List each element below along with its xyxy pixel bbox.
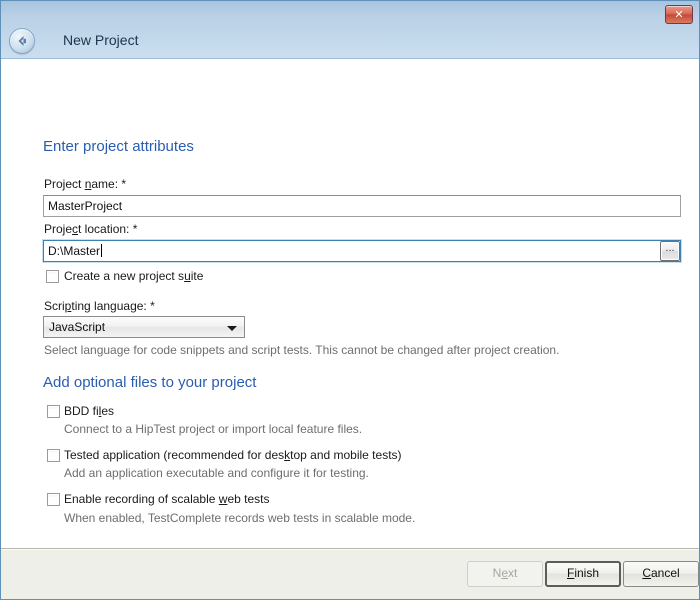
section-heading-optional-files: Add optional files to your project [43,374,257,391]
scalable-web-tests-label[interactable]: Enable recording of scalable web tests [64,492,269,506]
close-icon[interactable]: ✕ [665,5,693,24]
new-project-dialog: New Project ✕ Enter project attributes P… [0,0,700,600]
project-location-label: Project location: * [44,222,138,236]
tested-application-label[interactable]: Tested application (recommended for desk… [64,448,402,462]
scripting-language-value: JavaScript [49,320,106,334]
tested-application-hint: Add an application executable and config… [64,466,369,480]
browse-button[interactable]: ... [660,241,680,261]
dialog-footer: Next Finish Cancel [1,548,699,599]
create-project-suite-label[interactable]: Create a new project suite [64,269,203,283]
section-heading-attributes: Enter project attributes [43,138,194,155]
scripting-language-select[interactable]: JavaScript [43,316,245,338]
next-button[interactable]: Next [467,561,543,587]
text-caret [101,244,103,257]
scripting-language-hint: Select language for code snippets and sc… [44,343,560,357]
window-title: New Project [63,32,139,48]
chevron-down-icon [227,326,237,331]
bdd-files-label[interactable]: BDD files [64,404,114,418]
project-name-label: Project name: * [44,177,127,191]
scalable-web-tests-checkbox[interactable] [47,493,60,506]
titlebar: New Project ✕ [1,1,699,59]
project-location-input[interactable]: D:\Master [43,240,681,262]
cancel-button[interactable]: Cancel [623,561,699,587]
scalable-web-tests-hint: When enabled, TestComplete records web t… [64,511,416,525]
create-project-suite-checkbox[interactable] [46,270,59,283]
tested-application-checkbox[interactable] [47,449,60,462]
back-arrow-icon[interactable] [9,28,35,54]
project-name-input[interactable]: MasterProject [43,195,681,217]
bdd-files-hint: Connect to a HipTest project or import l… [64,422,363,436]
finish-button[interactable]: Finish [545,561,621,587]
dialog-body: Enter project attributes Project name: *… [1,59,699,592]
bdd-files-checkbox[interactable] [47,405,60,418]
scripting-language-label: Scripting language: * [44,299,155,313]
